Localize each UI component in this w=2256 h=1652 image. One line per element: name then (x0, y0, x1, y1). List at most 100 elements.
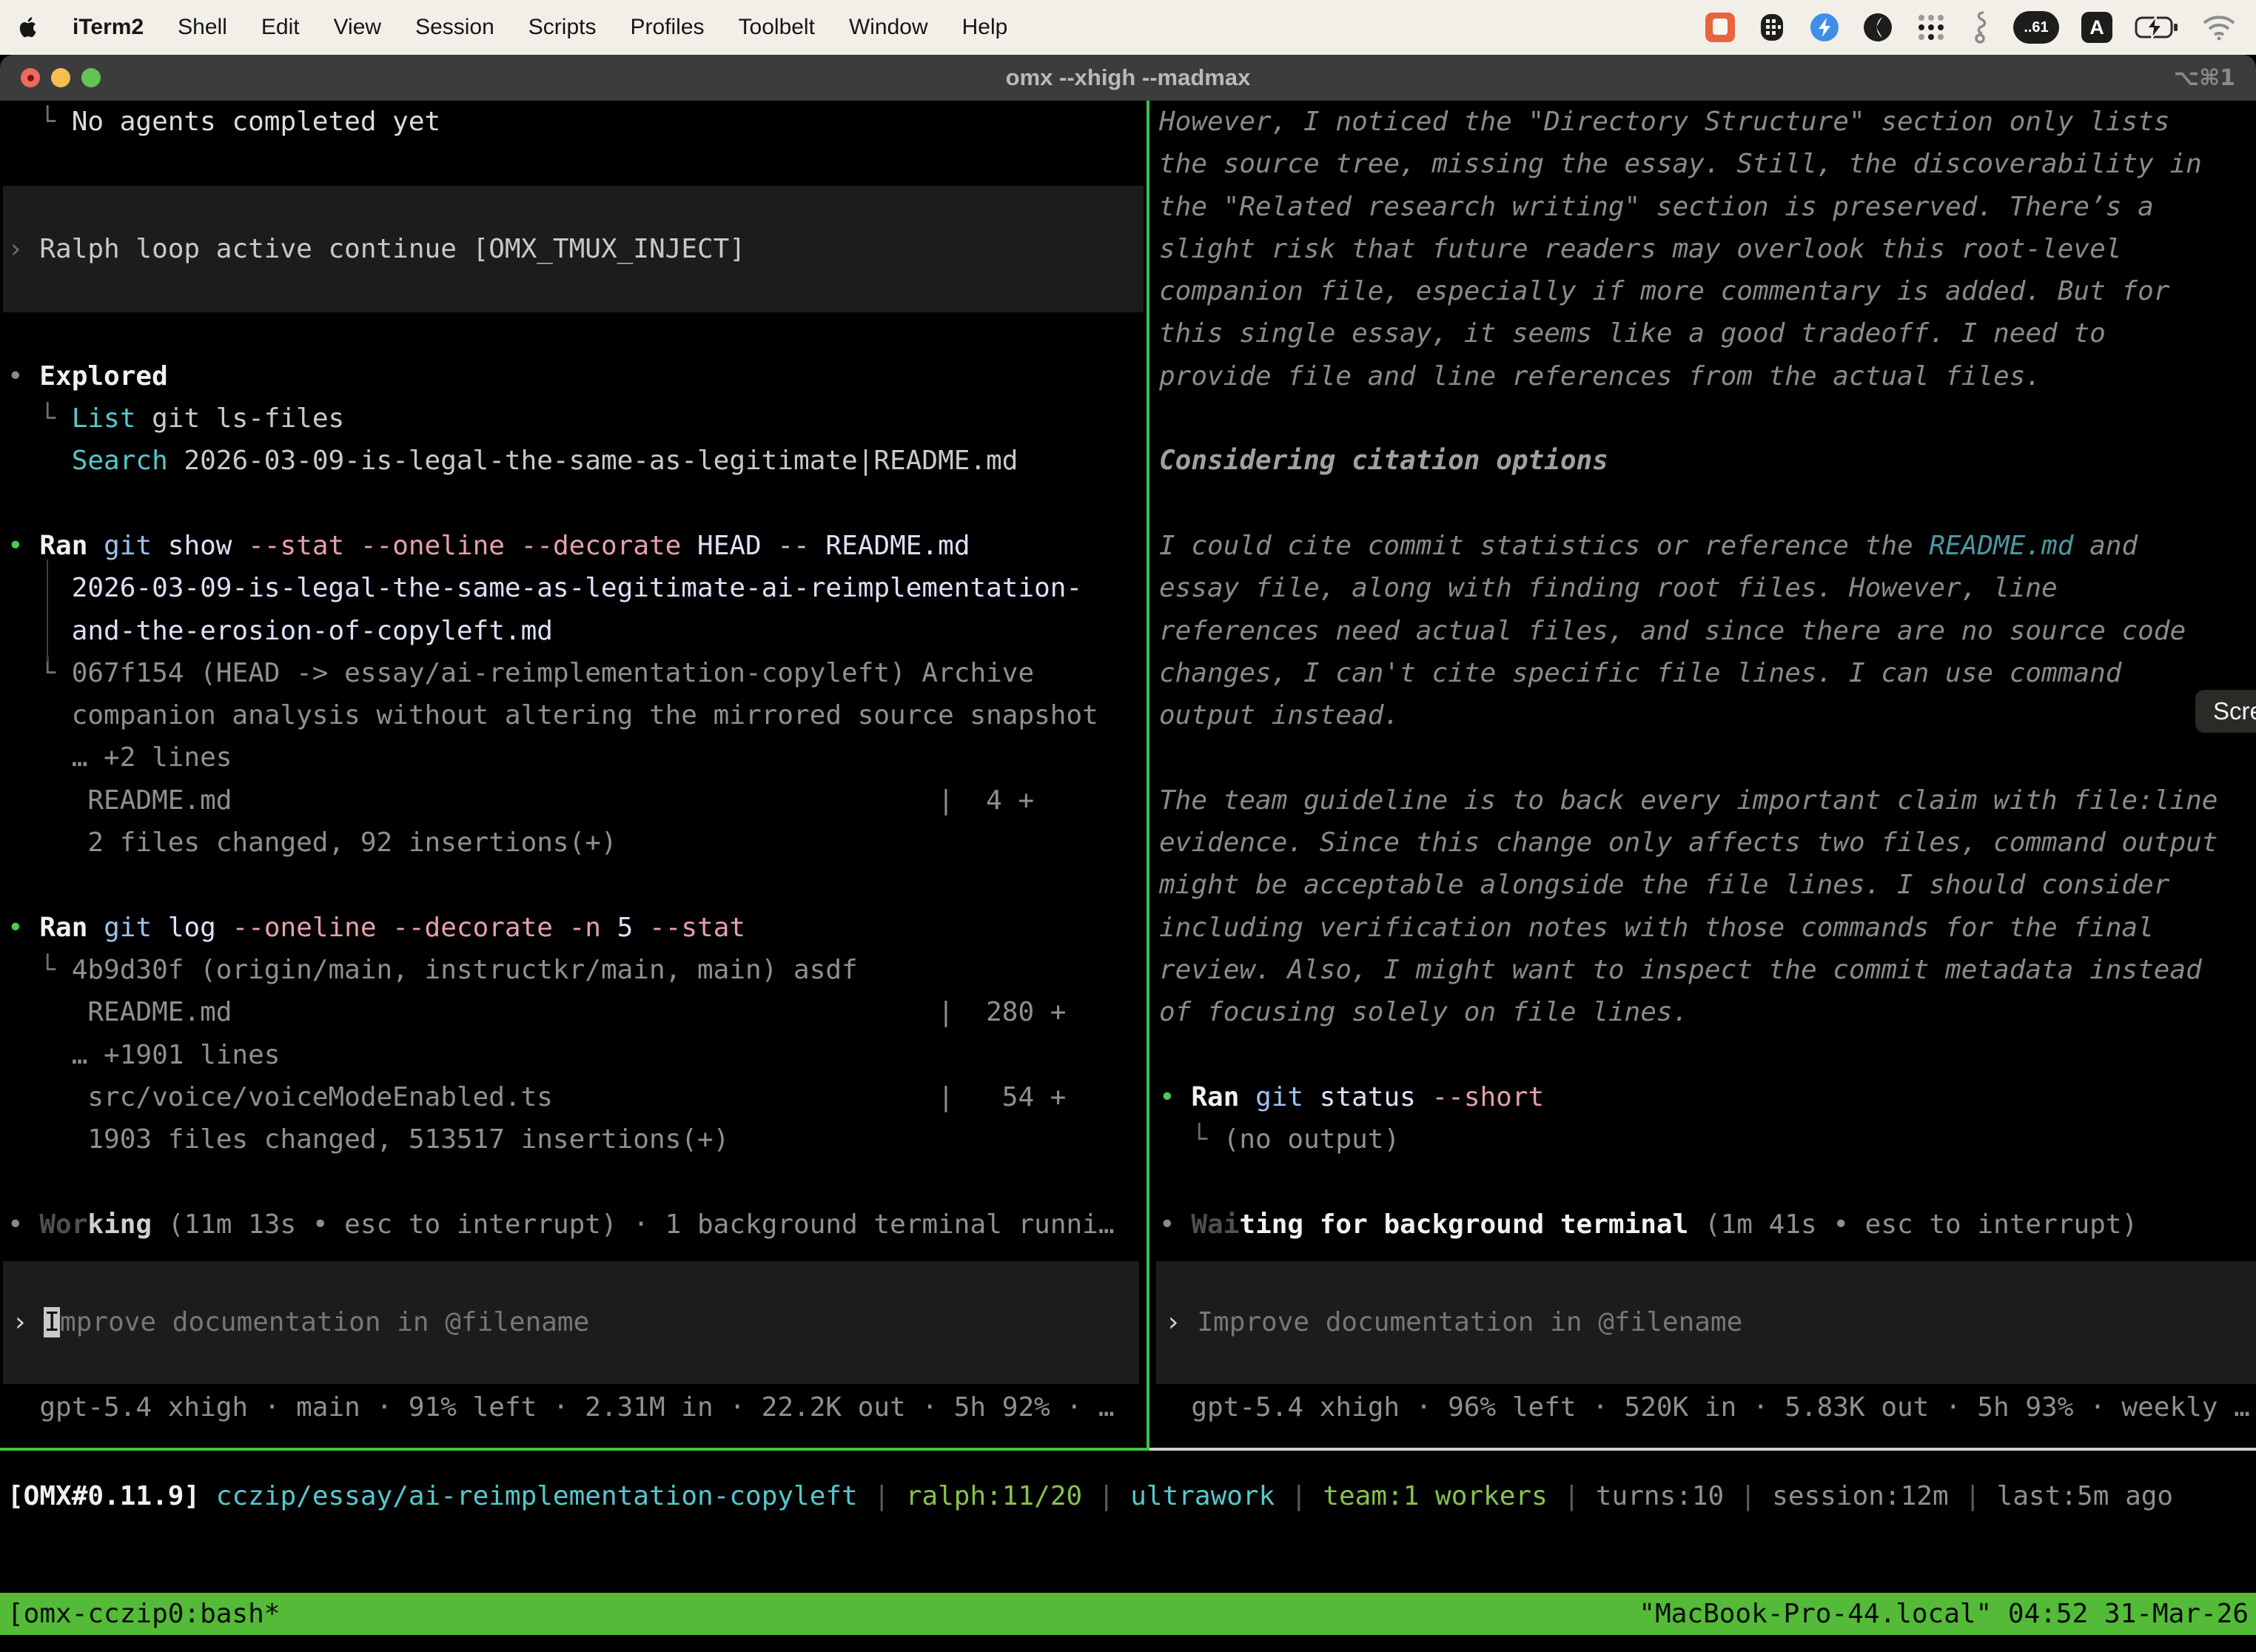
battery-charging-icon[interactable] (2135, 10, 2179, 44)
terminal-line: this single essay, it seems like a good … (1159, 312, 2256, 355)
text-segment: However, I noticed the "Directory Struct… (1159, 107, 2169, 137)
dots-grid-icon[interactable] (1916, 10, 1947, 44)
wifi-icon[interactable] (2201, 10, 2237, 44)
terminal-line (7, 143, 1147, 185)
tmux-window-name[interactable]: [omx-cczip0:bash* (7, 1593, 280, 1635)
agent-pane-right: However, I noticed the "Directory Struct… (1152, 101, 2256, 1448)
text-segment: team:1 workers (1323, 1481, 1547, 1511)
battery-61-badge[interactable]: ..61 (2013, 10, 2059, 44)
hook-icon[interactable] (1969, 10, 1991, 44)
text-segment: ultrawork (1130, 1481, 1275, 1511)
menu-item-toolbelt[interactable]: Toolbelt (739, 15, 815, 40)
terminal-line: changes, I can't cite specific file line… (1159, 652, 2256, 694)
text-segment: › (12, 1307, 44, 1337)
menu-item-scripts[interactable]: Scripts (528, 15, 597, 40)
agent-status-line-left: gpt-5.4 xhigh · main · 91% left · 2.31M … (7, 1386, 1147, 1428)
keypad-shield-icon[interactable] (1757, 10, 1787, 44)
apple-menu-icon[interactable] (19, 14, 41, 41)
text-segment: show (168, 531, 248, 561)
dark-disc-icon[interactable] (1862, 10, 1893, 44)
text-segment: git ls-files (135, 403, 344, 434)
text-segment: -- (777, 531, 825, 561)
text-segment: -n (569, 913, 617, 943)
text-segment: evidence. Since this change only affects… (1159, 827, 2218, 858)
screen-share-icon[interactable] (1705, 10, 1735, 44)
terminal-line: • Explored (7, 355, 1147, 397)
terminal-line: I could cite commit statistics or refere… (1159, 525, 2256, 567)
text-segment: status (1320, 1082, 1432, 1112)
text-segment: (no output) (1223, 1124, 1400, 1155)
text-segment: … +1901 lines (7, 1040, 280, 1070)
text-segment (7, 446, 72, 476)
text-segment: Wor (39, 1209, 87, 1240)
text-segment: gpt-5.4 xhigh · main · 91% left · 2.31M … (7, 1392, 1115, 1423)
terminal-line (7, 864, 1147, 906)
menu-item-shell[interactable]: Shell (178, 15, 227, 40)
text-segment: --short (1431, 1082, 1544, 1112)
text-segment: companion file, especially if more comme… (1159, 276, 2169, 306)
prompt-input-right[interactable]: › Improve documentation in @filename (1156, 1261, 2256, 1384)
text-segment: README.md | 280 + (7, 997, 1066, 1027)
terminal-line: └ (no output) (1159, 1118, 2256, 1161)
text-segment: └ (7, 403, 72, 434)
text-segment: 5 (617, 913, 649, 943)
text-segment: cczip/essay/ai-reimplementation-copyleft (216, 1481, 858, 1511)
text-segment: 2026-03-09-is-legal-the-same-as-legitima… (168, 446, 1018, 476)
menu-item-profiles[interactable]: Profiles (630, 15, 704, 40)
text-segment: | (1724, 1481, 1772, 1511)
menu-item-session[interactable]: Session (415, 15, 494, 40)
text-segment: turns:10 (1596, 1481, 1724, 1511)
text-segment: HEAD (697, 531, 777, 561)
terminal-line: review. Also, I might want to inspect th… (1159, 949, 2256, 991)
terminal-line: references need actual files, and since … (1159, 610, 2256, 652)
menu-item-window[interactable]: Window (849, 15, 928, 40)
tree-guide-line (47, 560, 48, 662)
agent-pane-left: └ No agents completed yet› Ralph loop ac… (0, 101, 1147, 1448)
terminal-line (1159, 483, 2256, 525)
terminal-line: might be acceptable alongside the file l… (1159, 864, 2256, 906)
text-segment: including verification notes with those … (1159, 913, 2154, 943)
terminal-line (1159, 1034, 2256, 1076)
text-segment: last:5m ago (1997, 1481, 2173, 1511)
terminal-line (7, 1161, 1147, 1203)
text-segment: Ran (39, 531, 104, 561)
tmux-status-bar: [omx-cczip0:bash* "MacBook-Pro-44.local"… (0, 1593, 2256, 1635)
text-segment: essay file, along with finding root file… (1159, 573, 2058, 603)
menu-item-edit[interactable]: Edit (261, 15, 300, 40)
terminal-line: … +2 lines (7, 736, 1147, 779)
terminal-line (1159, 1161, 2256, 1203)
minimize-button[interactable] (51, 68, 70, 87)
terminal-line: essay file, along with finding root file… (1159, 567, 2256, 609)
menu-item-view[interactable]: View (334, 15, 381, 40)
window-shortcut-badge: ⌥⌘1 (2174, 65, 2256, 91)
text-segment: › (7, 234, 39, 264)
text-segment: └ (1159, 1124, 1223, 1155)
tmux-host-clock: "MacBook-Pro-44.local" 04:52 31-Mar-26 (1639, 1593, 2249, 1635)
terminal-line: • Working (11m 13s • esc to interrupt) ·… (7, 1203, 1147, 1246)
terminal-line (7, 312, 1147, 355)
badge-bolt-icon[interactable] (1809, 10, 1840, 44)
text-segment: No agents completed yet (72, 107, 441, 137)
menu-item-iterm2[interactable]: iTerm2 (73, 15, 144, 40)
close-button[interactable] (21, 68, 40, 87)
text-segment: log (168, 913, 232, 943)
text-segment: slight risk that future readers may over… (1159, 234, 2121, 264)
text-segment: README.md (1929, 531, 2073, 561)
terminal-line: output instead. (1159, 694, 2256, 736)
menu-item-help[interactable]: Help (962, 15, 1008, 40)
zoom-button[interactable] (81, 68, 101, 87)
text-segment: --oneline --decorate (232, 913, 568, 943)
text-segment: and (2073, 531, 2138, 561)
a-square-icon[interactable]: A (2081, 10, 2112, 44)
text-segment: • (7, 361, 39, 392)
terminal-line: of focusing solely on file lines. (1159, 991, 2256, 1033)
terminal-line: and-the-erosion-of-copyleft.md (7, 610, 1147, 652)
terminal-line: The team guideline is to back every impo… (1159, 779, 2256, 822)
text-segment: | (1548, 1481, 1596, 1511)
text-segment: 1903 files changed, 513517 insertions(+) (7, 1124, 729, 1155)
terminal-line: README.md | 280 + (7, 991, 1147, 1033)
prompt-input-left[interactable]: › Improve documentation in @filename (3, 1261, 1139, 1384)
pane-divider[interactable] (1147, 101, 1149, 1451)
window-title: omx --xhigh --madmax (0, 64, 2256, 91)
screen-tooltip: Scre (2195, 690, 2256, 733)
